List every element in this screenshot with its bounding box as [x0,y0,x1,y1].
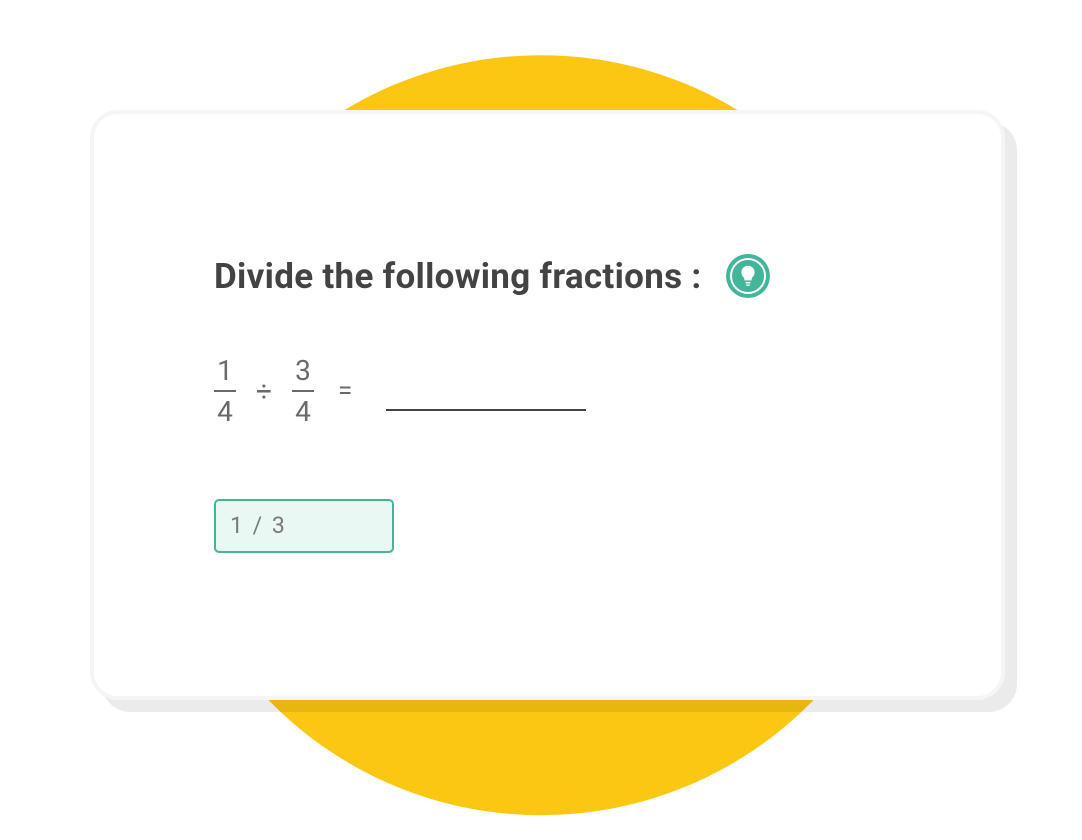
fraction-1: 1 4 [214,356,236,427]
question-row: Divide the following fractions : [214,254,881,298]
fraction-2-bar [292,390,314,392]
hint-inner-ring [730,258,766,294]
division-operator: ÷ [254,375,274,408]
answer-input[interactable] [214,499,394,553]
equation-row: 1 4 ÷ 3 4 = [214,356,881,427]
fraction-2-denominator: 4 [293,395,313,426]
fraction-2: 3 4 [292,356,314,427]
fraction-1-numerator: 1 [215,356,235,387]
lightbulb-icon [739,265,757,287]
answer-blank-line [386,409,586,411]
fraction-1-bar [214,390,236,392]
fraction-1-denominator: 4 [215,395,235,426]
fraction-2-numerator: 3 [293,356,313,387]
question-card: Divide the following fractions : 1 4 ÷ 3… [90,110,1005,700]
question-prompt: Divide the following fractions : [214,256,702,297]
equals-sign: = [332,376,358,406]
hint-button[interactable] [726,254,770,298]
